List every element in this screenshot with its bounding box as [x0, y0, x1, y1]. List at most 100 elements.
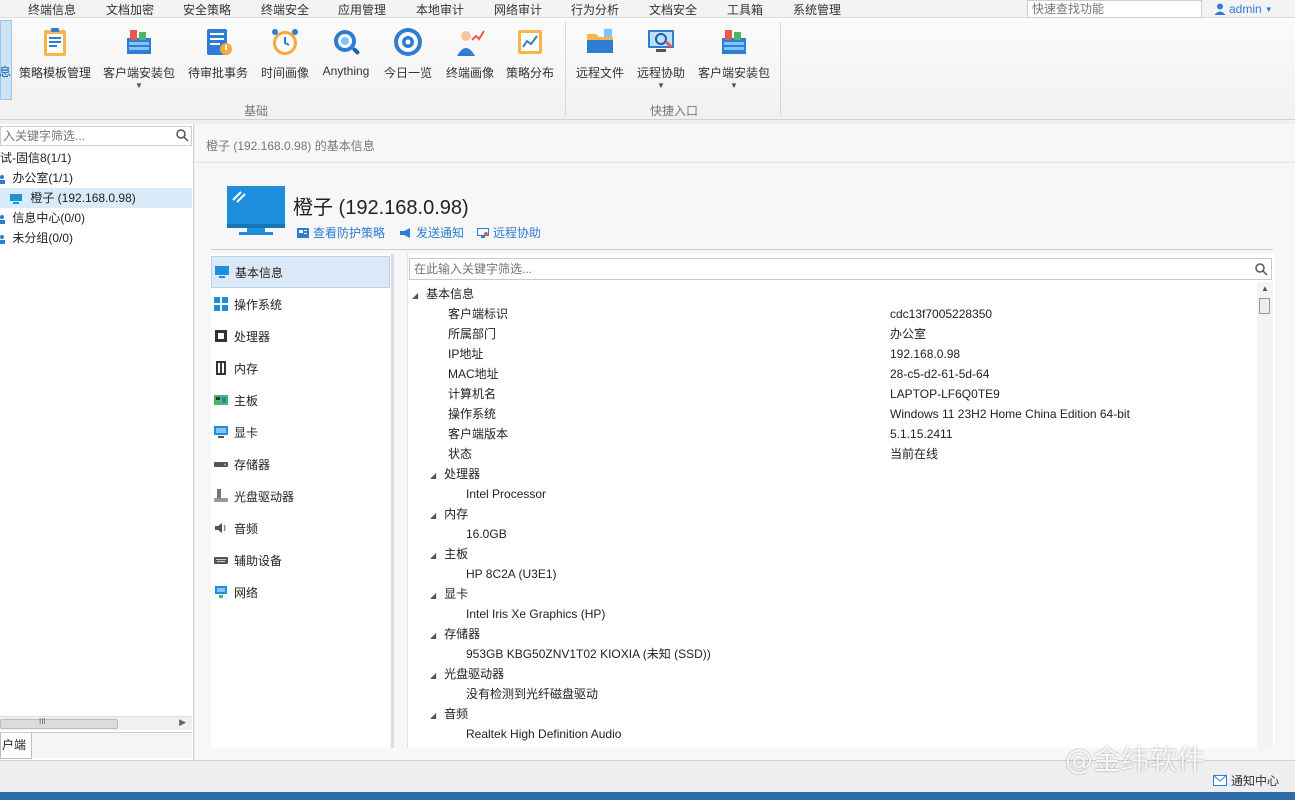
category-storage[interactable]: 存储器 — [211, 448, 390, 480]
network-icon — [215, 586, 227, 598]
folder-icon — [584, 26, 616, 58]
section-processor[interactable]: ◢ 处理器 — [430, 464, 480, 484]
category-graphics[interactable]: 显卡 — [211, 416, 390, 448]
menu-item-behavior-analysis[interactable]: 行为分析 — [571, 1, 619, 18]
detail-search-input[interactable] — [410, 259, 1240, 279]
category-motherboard[interactable]: 主板 — [211, 384, 390, 416]
send-notification-link[interactable]: 发送通知 — [400, 224, 464, 241]
menu-bar: 终端信息 文档加密 安全策略 终端安全 应用管理 本地审计 网络审计 行为分析 … — [0, 0, 1295, 18]
section-optical-drive[interactable]: ◢ 光盘驱动器 — [430, 664, 504, 684]
notification-center-button[interactable]: 通知中心 — [1213, 772, 1279, 789]
collapse-triangle-icon[interactable]: ◢ — [430, 591, 436, 600]
display-card-icon — [214, 426, 228, 438]
quick-search-input[interactable] — [1028, 1, 1201, 17]
tree-item-device-selected[interactable]: 橙子 (192.168.0.98) — [0, 188, 192, 208]
section-value: Intel Iris Xe Graphics (HP) — [466, 607, 606, 621]
client-package-button[interactable]: 客户端安装包 ▼ — [101, 26, 177, 91]
detail-vertical-scrollbar[interactable]: ▲ — [1257, 282, 1273, 748]
collapse-triangle-icon[interactable]: ◢ — [430, 711, 436, 720]
menu-item-doc-security[interactable]: 文档安全 — [649, 1, 697, 18]
tree-search-box[interactable] — [0, 126, 192, 146]
scroll-up-icon[interactable]: ▲ — [1261, 284, 1269, 293]
category-label: 音频 — [234, 521, 259, 536]
tree-item-label: 未分组(0/0) — [12, 231, 74, 245]
quick-search-box[interactable] — [1027, 0, 1202, 18]
policy-distribution-label: 策略分布 — [505, 66, 554, 80]
collapse-triangle-icon[interactable]: ◢ — [430, 671, 436, 680]
keyboard-icon — [214, 557, 228, 564]
alarm-clock-icon — [269, 26, 301, 58]
policy-distribution-button[interactable]: 策略分布 — [503, 26, 557, 81]
category-os[interactable]: 操作系统 — [211, 288, 390, 320]
collapse-triangle-icon[interactable]: ◢ — [430, 471, 436, 480]
collapse-triangle-icon[interactable]: ◢ — [412, 291, 418, 300]
time-profile-button[interactable]: 时间画像 — [258, 26, 312, 81]
view-policy-link[interactable]: 查看防护策略 — [297, 224, 385, 241]
menu-item-doc-encrypt[interactable]: 文档加密 — [106, 1, 154, 18]
section-motherboard[interactable]: ◢ 主板 — [430, 544, 468, 564]
anything-button[interactable]: Anything — [320, 26, 372, 78]
tab-client[interactable]: 户端 — [0, 733, 32, 759]
tree-item-ungrouped[interactable]: 未分组(0/0) — [0, 228, 192, 248]
today-overview-button[interactable]: 今日一览 — [381, 26, 435, 81]
splitter[interactable] — [391, 254, 394, 748]
scrollbar-thumb[interactable] — [1259, 298, 1270, 314]
section-graphics[interactable]: ◢ 显卡 — [430, 584, 468, 604]
ribbon-left-tab[interactable]: 息 — [0, 20, 12, 100]
menu-item-security-policy[interactable]: 安全策略 — [183, 1, 231, 18]
ribbon-group-shortcut-label: 快捷入口 — [650, 104, 699, 118]
tree-search-input[interactable] — [1, 127, 171, 145]
scroll-right-icon[interactable]: ▶ — [179, 717, 186, 728]
search-icon[interactable] — [175, 128, 189, 142]
client-package-quick-button[interactable]: 客户端安装包 ▼ — [696, 26, 772, 91]
menu-item-terminal-info[interactable]: 终端信息 — [28, 1, 76, 18]
tree-horizontal-scrollbar[interactable]: III ▶ — [0, 716, 192, 730]
section-basic-info[interactable]: ◢ 基本信息 — [412, 284, 474, 304]
motherboard-icon — [214, 395, 228, 405]
section-storage[interactable]: ◢ 存储器 — [430, 624, 480, 644]
remote-assist-link[interactable]: 远程协助 — [477, 224, 541, 241]
category-basic-info[interactable]: 基本信息 — [211, 256, 390, 288]
menu-item-terminal-security[interactable]: 终端安全 — [261, 1, 309, 18]
scrollbar-thumb[interactable]: III — [0, 717, 118, 729]
category-memory[interactable]: 内存 — [211, 352, 390, 384]
category-network[interactable]: 网络 — [211, 576, 390, 608]
field-label: 操作系统 — [448, 407, 497, 421]
collapse-triangle-icon[interactable]: ◢ — [430, 511, 436, 520]
menu-item-local-audit[interactable]: 本地审计 — [416, 1, 464, 18]
detail-search-box[interactable] — [409, 258, 1272, 280]
category-optical-drive[interactable]: 光盘驱动器 — [211, 480, 390, 512]
anything-label: Anything — [322, 64, 370, 78]
category-label: 操作系统 — [234, 297, 283, 312]
section-title: 存储器 — [444, 627, 481, 641]
menu-item-toolbox[interactable]: 工具箱 — [727, 1, 763, 18]
user-menu[interactable]: admin ▼ — [1214, 0, 1273, 18]
section-title: 主板 — [444, 547, 469, 561]
menu-item-app-management[interactable]: 应用管理 — [338, 1, 386, 18]
collapse-triangle-icon[interactable]: ◢ — [430, 551, 436, 560]
field-label: 客户端版本 — [448, 427, 509, 441]
policy-template-label: 策略模板管理 — [18, 66, 91, 80]
user-name: admin — [1229, 2, 1262, 16]
category-processor[interactable]: 处理器 — [211, 320, 390, 352]
hardware-category-list: 基本信息 操作系统 处理器 内存 主板 显卡 存储器 光盘驱动器 音频 辅助设备… — [211, 254, 390, 748]
category-peripherals[interactable]: 辅助设备 — [211, 544, 390, 576]
pending-approval-button[interactable]: 待审批事务 — [186, 26, 250, 81]
computer-icon — [10, 193, 22, 204]
search-icon[interactable] — [1254, 262, 1268, 276]
tree-item-info-center[interactable]: 信息中心(0/0) — [0, 208, 192, 228]
remote-assist-button[interactable]: 远程协助 ▼ — [634, 26, 688, 91]
left-panel-tabs: 户端 — [0, 732, 192, 759]
policy-template-button[interactable]: 策略模板管理 — [18, 26, 92, 81]
menu-item-system-management[interactable]: 系统管理 — [793, 1, 841, 18]
tree-item-root[interactable]: 试-固信8(1/1) — [0, 148, 192, 168]
tree-item-office[interactable]: 办公室(1/1) — [0, 168, 192, 188]
menu-item-network-audit[interactable]: 网络审计 — [494, 1, 542, 18]
terminal-profile-button[interactable]: 终端画像 — [443, 26, 497, 81]
section-value: Realtek High Definition Audio — [466, 727, 622, 741]
remote-file-button[interactable]: 远程文件 — [573, 26, 627, 81]
section-audio[interactable]: ◢ 音频 — [430, 704, 468, 724]
section-memory[interactable]: ◢ 内存 — [430, 504, 468, 524]
collapse-triangle-icon[interactable]: ◢ — [430, 631, 436, 640]
category-audio[interactable]: 音频 — [211, 512, 390, 544]
